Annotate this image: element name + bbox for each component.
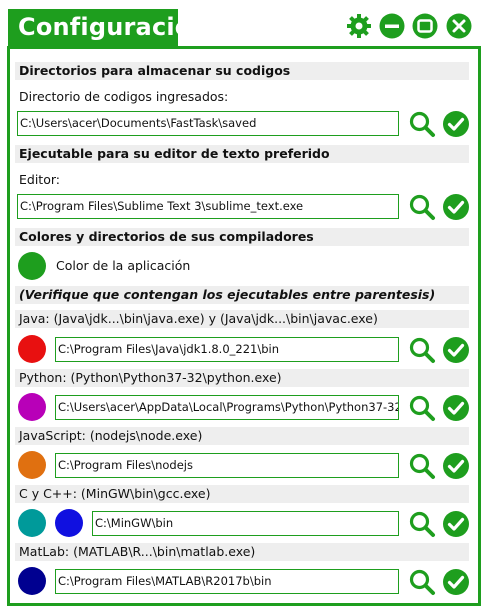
java-path-input[interactable]: C:\Program Files\Java\jdk1.8.0_221\bin (55, 337, 399, 362)
gear-icon[interactable] (346, 13, 372, 39)
window-title: Configuración (8, 9, 209, 46)
maximize-icon[interactable] (412, 13, 438, 39)
cpp-path-input[interactable]: C:\MinGW\bin (92, 511, 399, 536)
editor-confirm-check-icon[interactable] (442, 193, 470, 221)
app-color-label: Color de la aplicación (56, 258, 191, 273)
verify-note: (Verifique que contengan los ejecutables… (15, 286, 469, 304)
java-confirm-check-icon[interactable] (442, 336, 470, 364)
editor-label: Editor: (19, 172, 60, 187)
java-browse-search-icon[interactable] (408, 336, 436, 364)
javascript-confirm-check-icon[interactable] (442, 452, 470, 480)
cpp-label: C y C++: (MinGW\bin\gcc.exe) (15, 485, 469, 503)
cpp-browse-search-icon[interactable] (408, 510, 436, 538)
c-color-swatch[interactable] (18, 509, 46, 537)
javascript-color-swatch[interactable] (18, 451, 46, 479)
saved-dir-label: Directorio de codigos ingresados: (19, 89, 229, 104)
cpp-confirm-check-icon[interactable] (442, 510, 470, 538)
saved-dir-input[interactable]: C:\Users\acer\Documents\FastTask\saved (17, 111, 399, 136)
saved-dir-confirm-check-icon[interactable] (442, 110, 470, 138)
directories-header: Directorios para almacenar su codigos (15, 62, 469, 80)
matlab-path-input[interactable]: C:\Program Files\MATLAB\R2017b\bin (55, 569, 399, 594)
python-label: Python: (Python\Python37-32\python.exe) (15, 369, 469, 387)
javascript-browse-search-icon[interactable] (408, 452, 436, 480)
saved-dir-browse-search-icon[interactable] (408, 110, 436, 138)
matlab-confirm-check-icon[interactable] (442, 568, 470, 596)
editor-header: Ejecutable para su editor de texto prefe… (15, 145, 469, 163)
python-confirm-check-icon[interactable] (442, 394, 470, 422)
java-label: Java: (Java\jdk...\bin\java.exe) y (Java… (15, 310, 469, 328)
compilers-header: Colores y directorios de sus compiladore… (15, 228, 469, 246)
editor-input[interactable]: C:\Program Files\Sublime Text 3\sublime_… (17, 194, 399, 219)
matlab-color-swatch[interactable] (18, 567, 46, 595)
python-browse-search-icon[interactable] (408, 394, 436, 422)
javascript-path-input[interactable]: C:\Program Files\nodejs (55, 453, 399, 478)
matlab-browse-search-icon[interactable] (408, 568, 436, 596)
python-path-input[interactable]: C:\Users\acer\AppData\Local\Programs\Pyt… (55, 395, 399, 420)
close-icon[interactable] (446, 13, 472, 39)
matlab-label: MatLab: (MATLAB\R...\bin\matlab.exe) (15, 543, 469, 561)
python-color-swatch[interactable] (18, 393, 46, 421)
minimize-icon[interactable] (379, 13, 405, 39)
editor-browse-search-icon[interactable] (408, 193, 436, 221)
app-color-swatch[interactable] (18, 252, 46, 280)
javascript-label: JavaScript: (nodejs\node.exe) (15, 427, 469, 445)
java-color-swatch[interactable] (18, 335, 46, 363)
cpp-color-swatch[interactable] (55, 509, 83, 537)
